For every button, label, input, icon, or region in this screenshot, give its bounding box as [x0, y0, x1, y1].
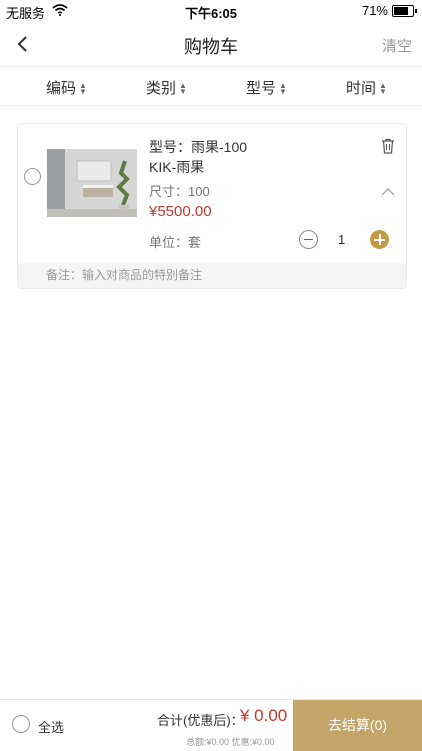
- battery-icon: [392, 5, 417, 17]
- sort-time[interactable]: 时间 ▲ ▼: [346, 77, 387, 98]
- sort-model[interactable]: 型号 ▲ ▼: [246, 77, 287, 98]
- product-image[interactable]: [47, 149, 137, 217]
- sort-code-label: 编码: [46, 80, 77, 97]
- select-all-label[interactable]: 全选: [38, 717, 64, 736]
- decrease-quantity-button[interactable]: [299, 230, 318, 249]
- checkout-button[interactable]: 去结算(0): [293, 700, 422, 751]
- sort-arrows-icon: ▲ ▼: [79, 81, 87, 97]
- trash-icon[interactable]: [381, 138, 395, 154]
- item-size: 尺寸：100: [149, 184, 210, 199]
- total-label: 合计(优惠后)：: [157, 713, 244, 728]
- sort-bar: 编码 ▲ ▼ 类别 ▲ ▼ 型号 ▲ ▼ 时间 ▲ ▼: [0, 67, 422, 106]
- sort-time-label: 时间: [346, 80, 377, 97]
- increase-quantity-button[interactable]: [370, 230, 389, 249]
- battery-percent: 71%: [361, 3, 388, 18]
- item-select-radio[interactable]: [24, 168, 41, 185]
- item-price: ¥5500.00: [149, 203, 212, 220]
- page-title: 购物车: [184, 37, 238, 57]
- chevron-up-icon[interactable]: [381, 184, 395, 196]
- sort-arrows-icon: ▲ ▼: [179, 81, 187, 97]
- total-value: ¥ 0.00: [240, 706, 288, 725]
- item-unit: 单位：套: [149, 235, 202, 250]
- sort-category-label: 类别: [146, 80, 177, 97]
- remark-placeholder: 备注：输入对商品的特别备注: [46, 268, 203, 282]
- clear-button[interactable]: 清空: [382, 35, 412, 56]
- sort-code[interactable]: 编码 ▲ ▼: [46, 77, 87, 98]
- clock: 下午6:05: [184, 6, 238, 21]
- sort-category[interactable]: 类别 ▲ ▼: [146, 77, 187, 98]
- nav-bar: 购物车 清空: [0, 22, 422, 67]
- status-bar: 无服务 下午6:05 71%: [0, 0, 422, 22]
- sort-arrows-icon: ▲ ▼: [279, 81, 287, 97]
- checkout-bar: 全选 合计(优惠后)： ¥ 0.00 总额:¥0.00 优惠:¥0.00 去结算…: [0, 699, 422, 751]
- cart-item-card: 型号：雨果-100 KIK-雨果 尺寸：100 ¥5500.00 单位：套 1 …: [17, 123, 407, 289]
- total-breakdown: 总额:¥0.00 优惠:¥0.00: [186, 737, 275, 747]
- quantity-value[interactable]: 1: [338, 232, 345, 247]
- sort-model-label: 型号: [246, 80, 277, 97]
- sort-arrows-icon: ▲ ▼: [379, 81, 387, 97]
- item-model: 型号：雨果-100: [149, 139, 248, 155]
- remark-field[interactable]: 备注：输入对商品的特别备注: [18, 263, 406, 288]
- select-all-radio[interactable]: [12, 715, 30, 733]
- item-name: KIK-雨果: [149, 159, 205, 175]
